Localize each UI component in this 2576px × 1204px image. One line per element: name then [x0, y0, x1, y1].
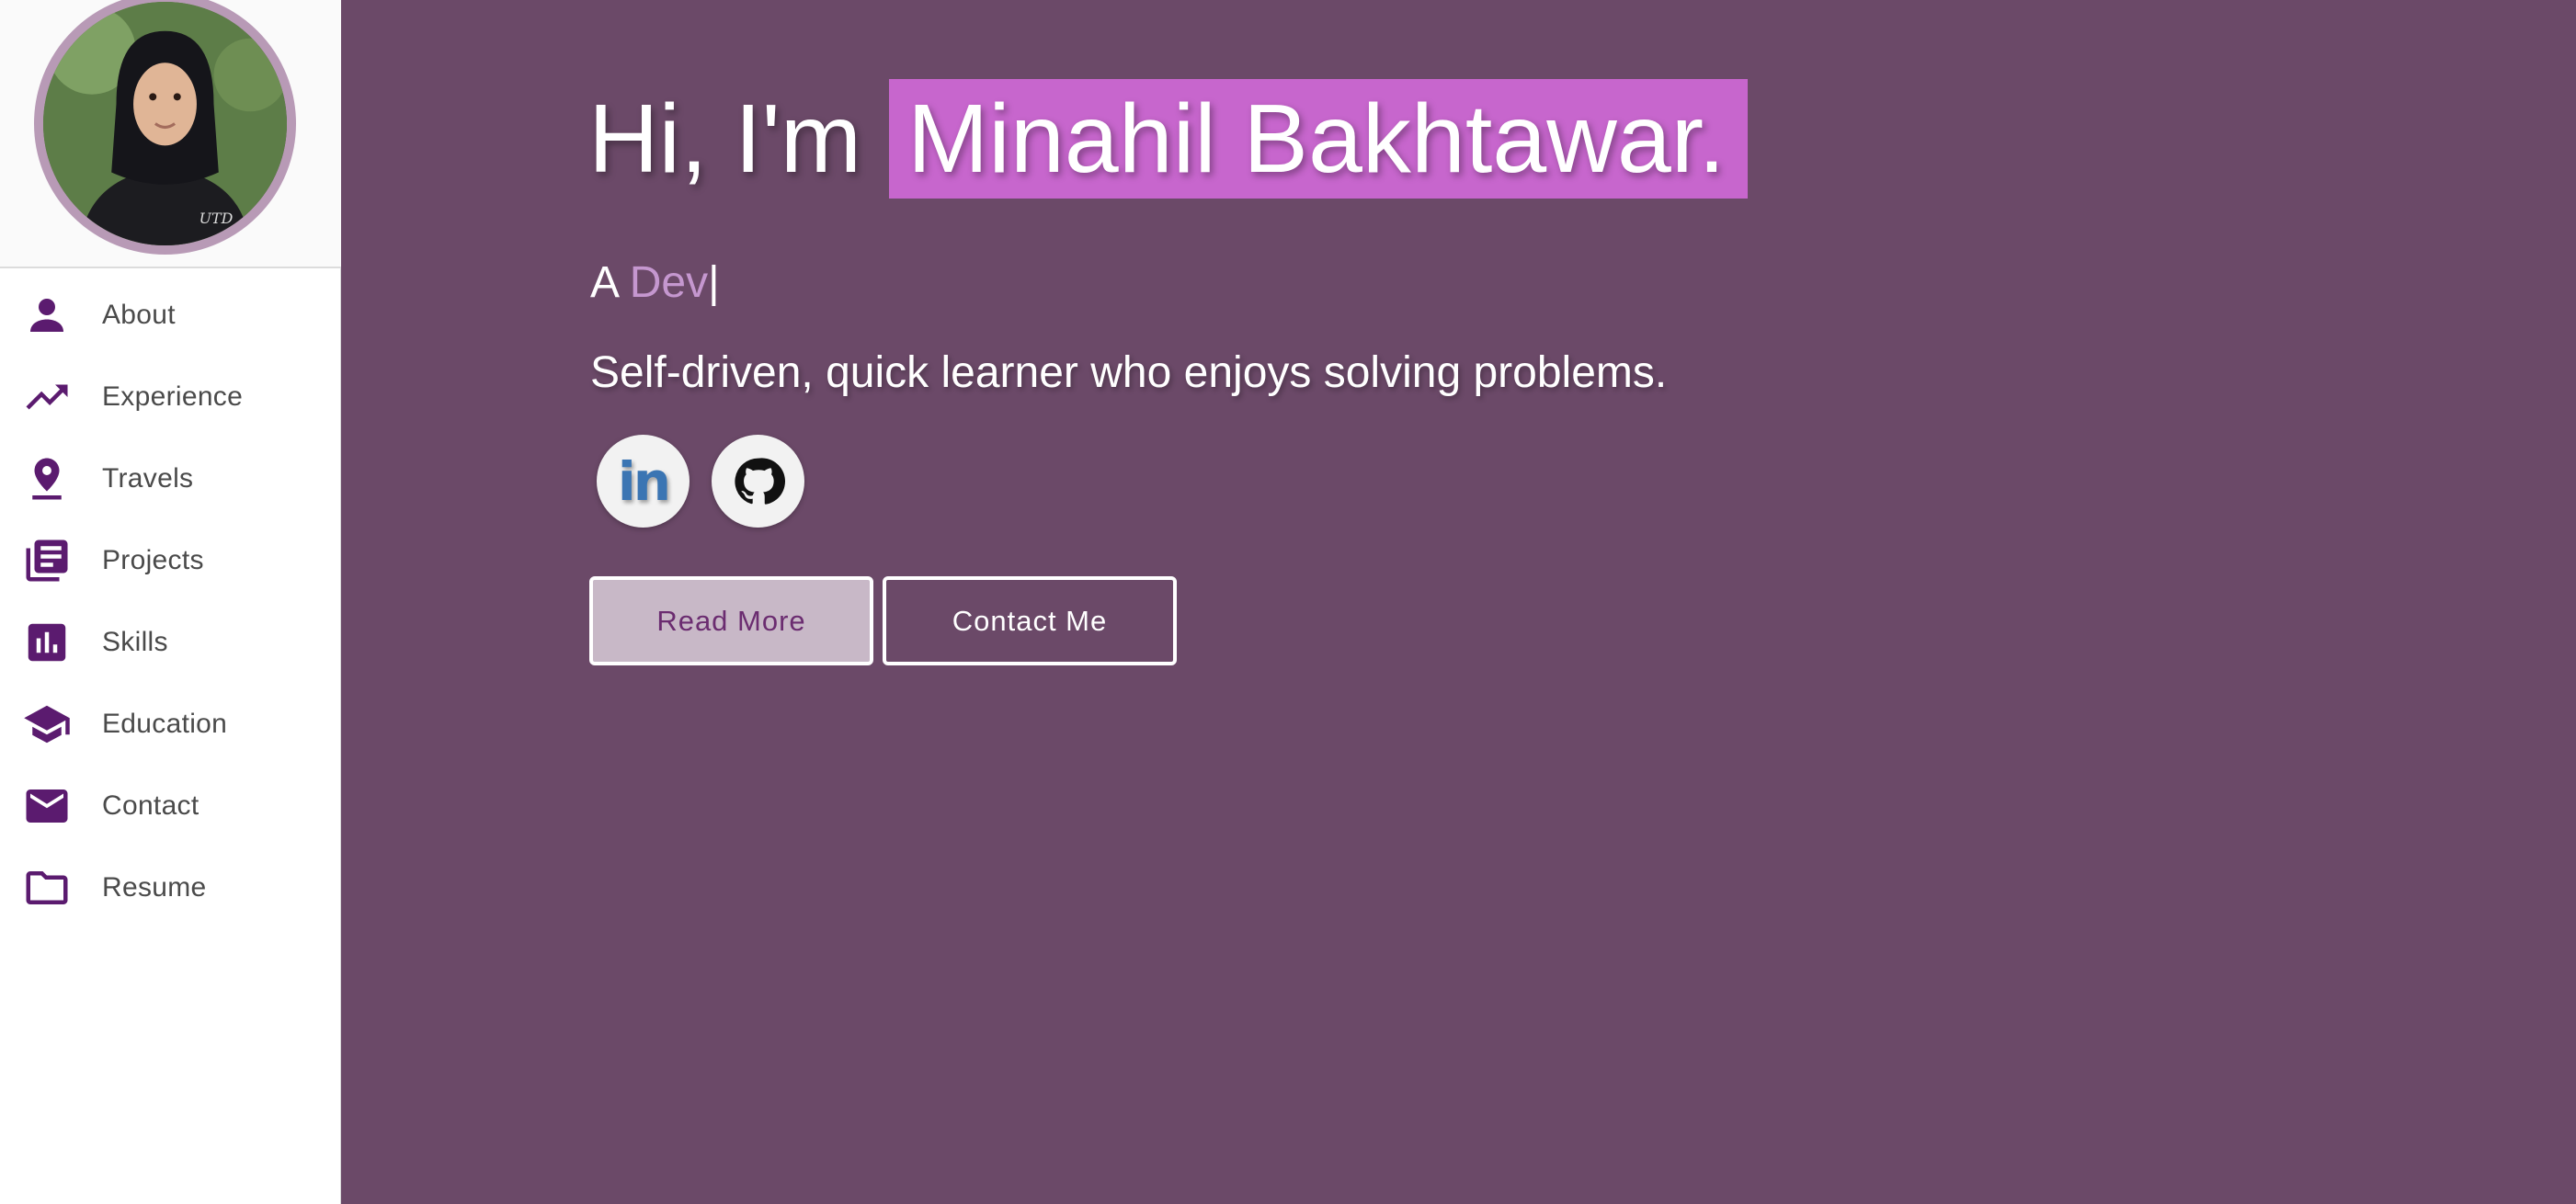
hero-greeting: Hi, I'm: [588, 84, 861, 193]
read-more-button[interactable]: Read More: [589, 576, 873, 665]
sidebar-item-about[interactable]: About: [0, 274, 341, 356]
typing-cursor: |: [708, 258, 720, 307]
typed-role: Dev: [629, 258, 709, 307]
sidebar-item-label: Skills: [102, 626, 168, 657]
sidebar-item-label: Experience: [102, 381, 244, 412]
bar-chart-icon: [22, 618, 72, 667]
sidebar-item-label: About: [102, 299, 176, 330]
sidebar-item-label: Contact: [102, 789, 199, 821]
sidebar-item-label: Education: [102, 708, 228, 739]
sidebar-item-experience[interactable]: Experience: [0, 356, 341, 437]
linkedin-icon: in: [617, 449, 671, 513]
sidebar: UTD About Experience Travels Projects Sk…: [0, 0, 341, 1204]
graduation-cap-icon: [22, 699, 72, 749]
sidebar-item-label: Travels: [102, 462, 194, 494]
hero-name: Minahil Bakhtawar.: [889, 79, 1748, 199]
linkedin-link[interactable]: in: [597, 435, 690, 528]
sidebar-item-contact[interactable]: Contact: [0, 765, 341, 846]
profile-photo: UTD: [43, 2, 287, 245]
profile-section: UTD: [0, 0, 341, 268]
sidebar-item-label: Resume: [102, 871, 207, 903]
sidebar-item-travels[interactable]: Travels: [0, 437, 341, 519]
sidebar-item-skills[interactable]: Skills: [0, 601, 341, 683]
location-pin-icon: [22, 454, 72, 504]
hero-title: Hi, I'm Minahil Bakhtawar.: [588, 79, 1748, 199]
github-icon: [734, 457, 785, 505]
trending-up-icon: [22, 372, 72, 422]
sidebar-item-resume[interactable]: Resume: [0, 846, 341, 928]
sidebar-item-education[interactable]: Education: [0, 683, 341, 765]
github-link[interactable]: [712, 435, 804, 528]
hero-subtitle: A Dev|: [590, 257, 720, 308]
hero-tagline: Self-driven, quick learner who enjoys so…: [590, 348, 1668, 397]
contact-me-button[interactable]: Contact Me: [883, 576, 1177, 665]
subtitle-prefix: A: [590, 258, 618, 307]
library-books-icon: [22, 536, 72, 585]
folder-icon: [22, 863, 72, 913]
svg-text:UTD: UTD: [199, 210, 234, 227]
mail-icon: [22, 781, 72, 831]
person-icon: [22, 290, 72, 340]
hero-section: Hi, I'm Minahil Bakhtawar. A Dev| Self-d…: [342, 0, 2576, 1204]
sidebar-item-projects[interactable]: Projects: [0, 519, 341, 601]
avatar: UTD: [34, 0, 296, 255]
sidebar-item-label: Projects: [102, 544, 204, 575]
